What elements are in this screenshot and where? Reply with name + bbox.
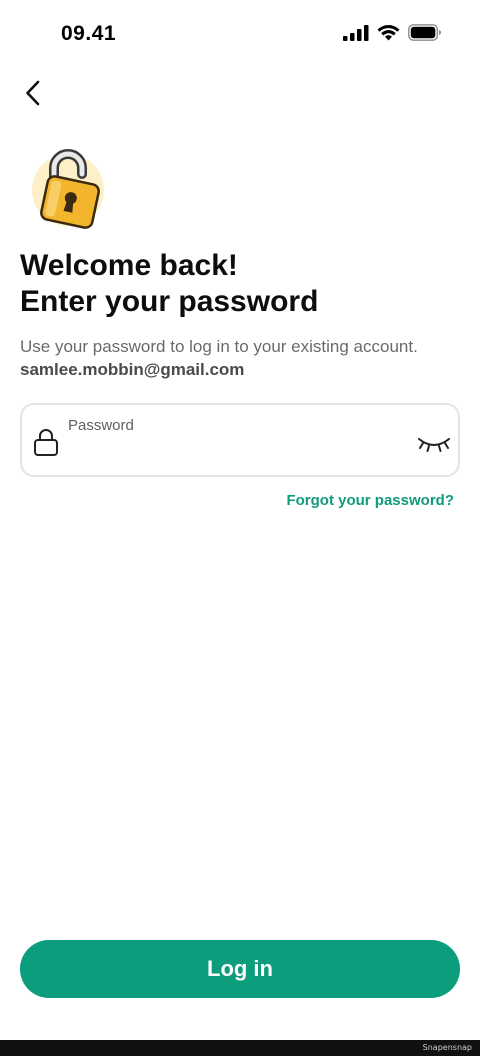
watermark: Snapensnap	[422, 1043, 472, 1052]
title-line-welcome: Welcome back!	[20, 249, 238, 282]
battery-icon	[408, 24, 441, 41]
chevron-left-icon	[26, 80, 40, 106]
cellular-signal-icon	[343, 24, 369, 41]
eye-closed-icon[interactable]	[416, 431, 452, 455]
login-button[interactable]: Log in	[20, 940, 460, 998]
status-bar: 09.41	[0, 0, 480, 70]
page-title: Welcome back! Enter your password	[20, 248, 318, 320]
password-label: Password	[68, 417, 134, 434]
status-time: 09.41	[61, 22, 117, 45]
lock-icon	[34, 429, 58, 456]
bottom-bar: Snapensnap	[0, 1040, 480, 1056]
status-icons	[343, 24, 442, 41]
subtitle-text: Use your password to log in to your exis…	[20, 337, 418, 356]
password-input[interactable]	[68, 439, 408, 467]
padlock-illustration	[32, 149, 104, 229]
password-field[interactable]: Password	[20, 403, 460, 477]
forgot-password-link[interactable]: Forgot your password?	[286, 492, 454, 509]
back-button[interactable]	[16, 76, 50, 110]
account-email: samlee.mobbin@gmail.com	[20, 360, 245, 379]
title-line-instruction: Enter your password	[20, 285, 319, 318]
wifi-icon	[377, 25, 400, 41]
